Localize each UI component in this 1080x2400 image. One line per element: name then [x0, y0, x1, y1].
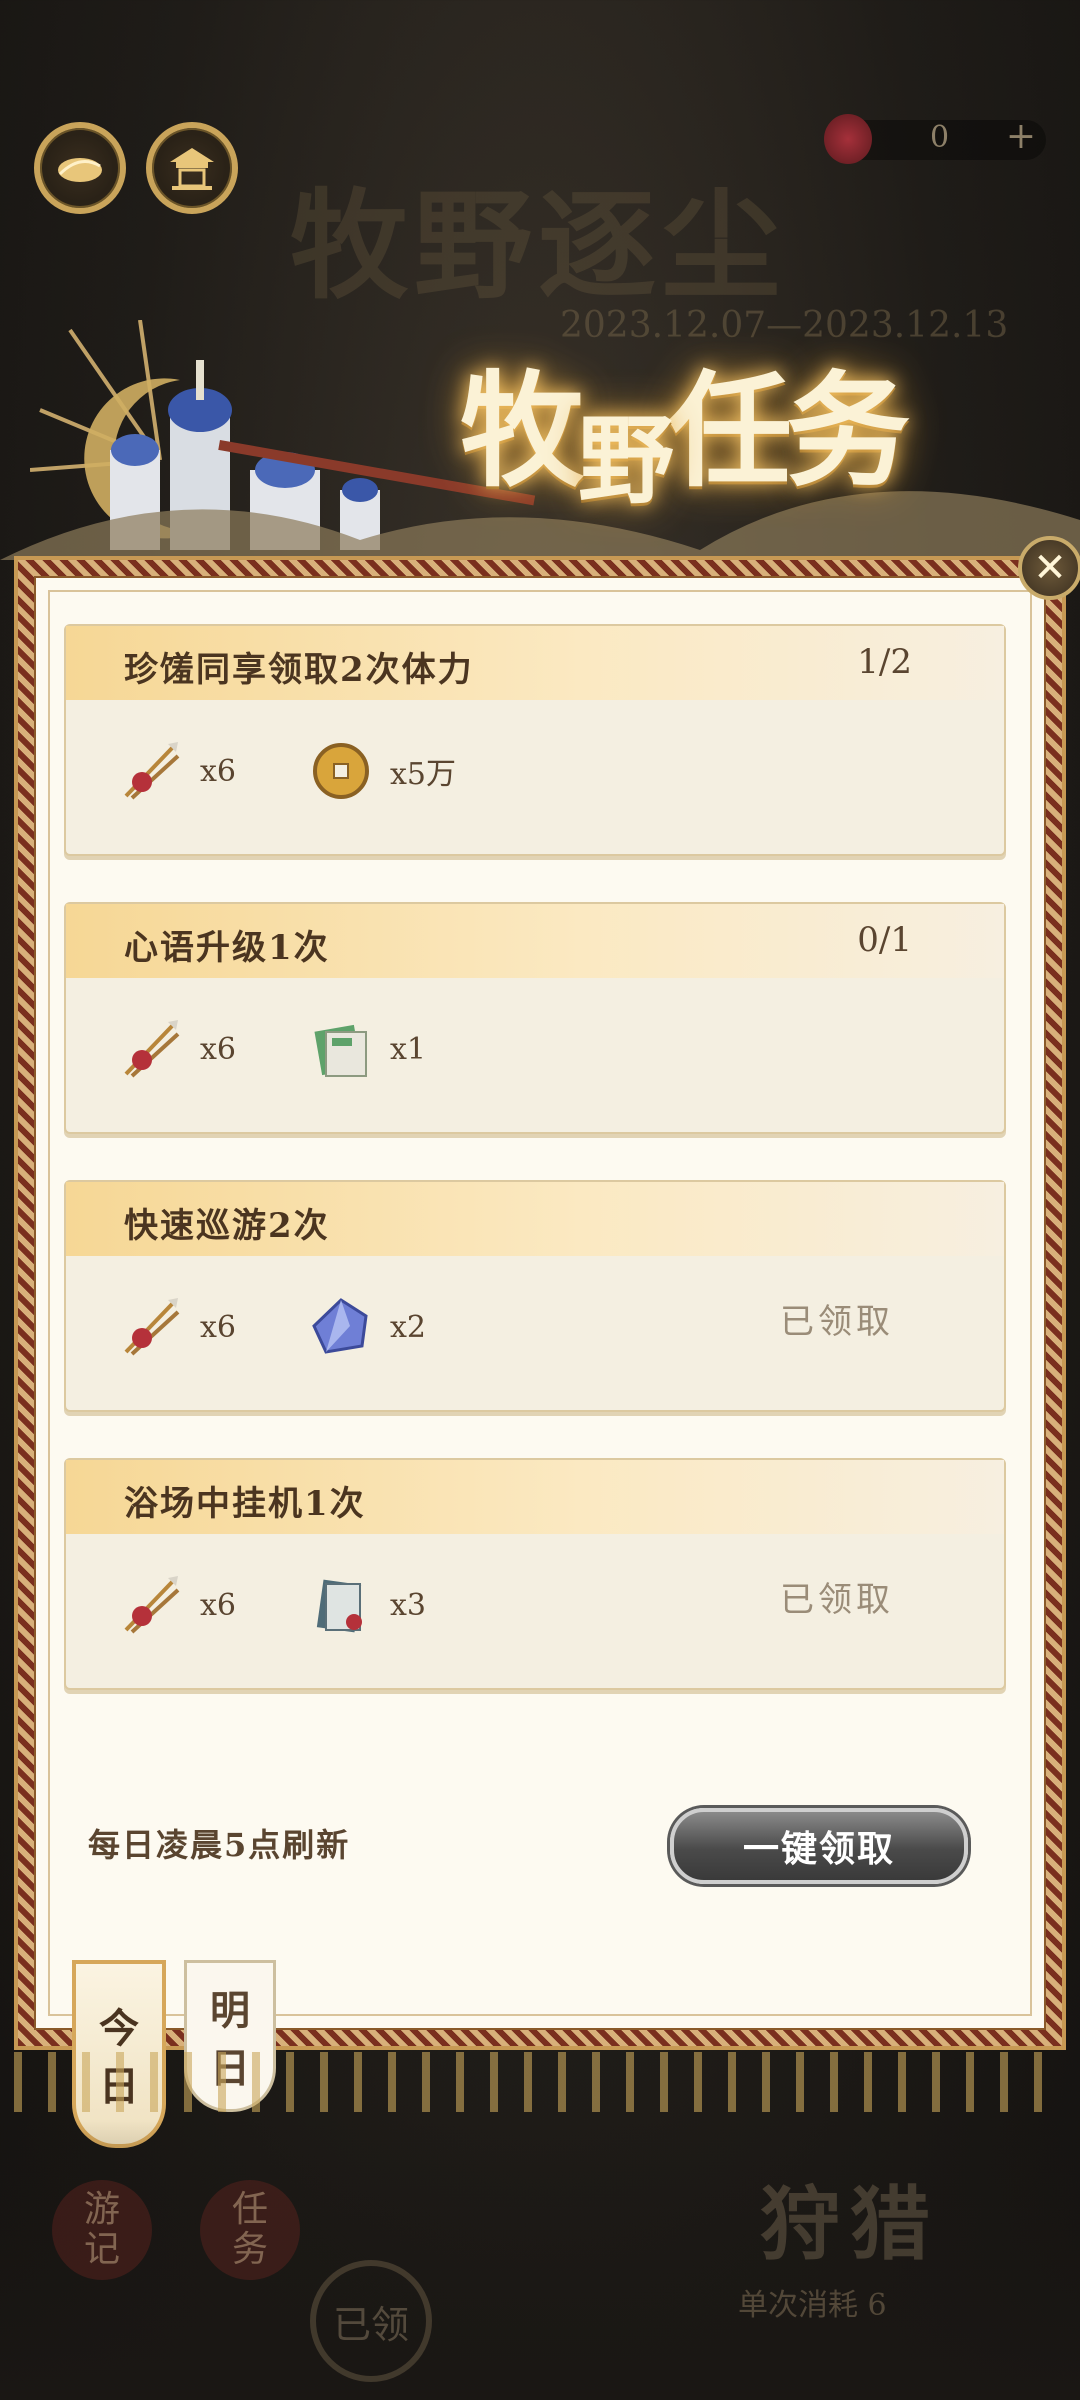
pavilion-icon — [170, 148, 214, 190]
task-title: 心语升级1次 — [124, 928, 330, 968]
green-book-icon — [314, 1024, 367, 1077]
reward-item: x2 — [306, 1292, 426, 1362]
bg-journal-button: 游记 — [52, 2180, 152, 2280]
bg-hunt-label: 狩猎 — [760, 2177, 940, 2271]
tab-today-char-1: 今 — [99, 2005, 139, 2052]
reward-qty: x6 — [200, 1587, 237, 1623]
claim-all-button[interactable]: 一键领取 — [670, 1808, 968, 1884]
currency-add-button[interactable]: + — [1006, 116, 1036, 157]
feather-button[interactable] — [34, 122, 126, 214]
arrows-icon — [124, 1298, 180, 1356]
panel-fringe-decoration — [14, 2052, 1066, 2112]
background-event-title: 牧野逐尘 — [290, 176, 787, 315]
headline-char-3: 任务 — [668, 359, 910, 504]
reward-qty: x6 — [200, 1309, 237, 1345]
currency-count: 0 — [930, 120, 950, 155]
task-card: 珍馐同享领取2次体力 1/2 x6 x5万 — [64, 624, 1006, 856]
event-headline: 牧野任务 — [460, 330, 910, 517]
task-card: 心语升级1次 0/1 x6 x1 — [64, 902, 1006, 1134]
bg-hunt-cost: 单次消耗 6 — [738, 2288, 887, 2323]
feather-icon — [58, 158, 102, 182]
reward-qty: x6 — [200, 1031, 237, 1067]
reward-item: x3 — [306, 1570, 426, 1640]
close-icon: ✕ — [1033, 545, 1067, 591]
reward-item: x6 — [116, 736, 236, 806]
reward-item: x6 — [116, 1570, 236, 1640]
task-progress: 1/2 — [857, 642, 912, 682]
reward-qty: x1 — [390, 1031, 427, 1067]
arrows-icon — [124, 742, 180, 800]
task-title: 珍馐同享领取2次体力 — [124, 650, 474, 690]
reward-qty: x2 — [390, 1309, 427, 1345]
task-progress: 0/1 — [857, 920, 912, 960]
headline-char-1: 牧 — [460, 359, 584, 504]
currency-counter: 0 + — [824, 114, 1046, 164]
reward-qty: x3 — [390, 1587, 427, 1623]
headline-char-2: 野 — [578, 404, 674, 517]
bg-task-button: 任务 — [200, 2180, 300, 2280]
reward-qty: x6 — [200, 753, 237, 789]
task-title: 快速巡游2次 — [124, 1206, 330, 1246]
ruby-icon — [824, 114, 872, 164]
claimed-status: 已领取 — [780, 1580, 894, 1620]
tab-tomorrow-char-1: 明 — [210, 1987, 250, 2034]
arrows-icon — [124, 1576, 180, 1634]
refresh-note: 每日凌晨5点刷新 — [88, 1826, 351, 1864]
task-card: 快速巡游2次 x6 x2 已领取 — [64, 1180, 1006, 1412]
task-title: 浴场中挂机1次 — [124, 1484, 366, 1524]
reward-item: x6 — [116, 1014, 236, 1084]
reward-qty: x5万 — [390, 757, 457, 792]
arrows-icon — [124, 1020, 180, 1078]
scroll-book-icon — [316, 1579, 362, 1633]
reward-item: x1 — [306, 1014, 426, 1084]
task-card: 浴场中挂机1次 x6 x3 已领取 — [64, 1458, 1006, 1690]
pavilion-button[interactable] — [146, 122, 238, 214]
reward-item: x6 — [116, 1292, 236, 1362]
close-button[interactable]: ✕ — [1018, 536, 1080, 600]
blue-crystal-icon — [312, 1298, 368, 1354]
claimed-status: 已领取 — [780, 1302, 894, 1342]
coin-icon — [313, 743, 369, 799]
bg-claimed-seal: 已领 — [310, 2260, 432, 2382]
reward-item: x5万 — [306, 736, 456, 806]
